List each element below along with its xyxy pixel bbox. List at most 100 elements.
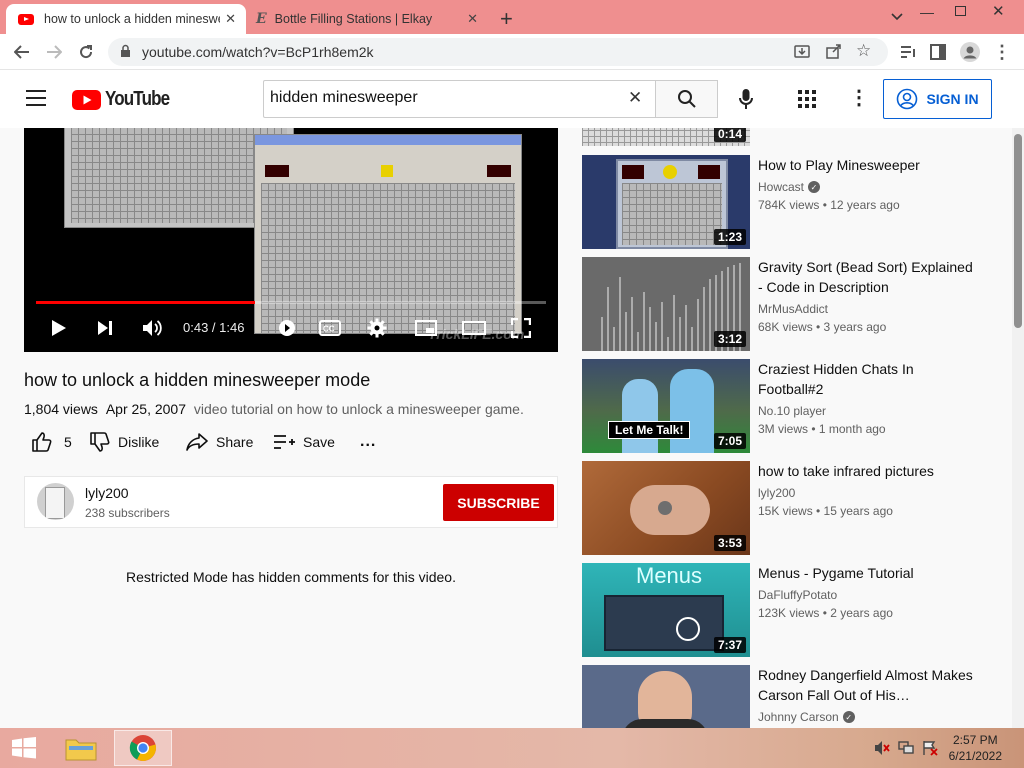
- volume-button[interactable]: [141, 316, 163, 340]
- sign-in-button[interactable]: SIGN IN: [883, 79, 992, 119]
- recommendation-title[interactable]: Menus - Pygame Tutorial: [758, 563, 978, 583]
- theater-mode-button[interactable]: [461, 316, 487, 340]
- search-input[interactable]: [270, 89, 620, 107]
- recommendation-thumbnail[interactable]: Menus 7:37: [582, 563, 750, 657]
- lock-icon[interactable]: [120, 44, 131, 63]
- recommendation-item[interactable]: 3:12 Gravity Sort (Bead Sort) Explained …: [582, 257, 1002, 353]
- side-panel-icon[interactable]: [926, 40, 950, 64]
- recommendation-title[interactable]: Gravity Sort (Bead Sort) Explained - Cod…: [758, 257, 978, 297]
- account-icon: [897, 88, 918, 110]
- tab-close-icon[interactable]: ✕: [467, 11, 478, 27]
- recommendation-channel[interactable]: DaFluffyPotato: [758, 588, 837, 602]
- page-scrollbar[interactable]: [1012, 128, 1024, 728]
- play-button[interactable]: [48, 316, 70, 340]
- reload-icon[interactable]: [74, 40, 98, 64]
- miniplayer-button[interactable]: [414, 316, 438, 340]
- address-bar[interactable]: youtube.com/watch?v=BcP1rh8em2k ☆: [108, 38, 888, 66]
- autoplay-toggle[interactable]: [276, 316, 298, 340]
- chrome-taskbar-button[interactable]: [114, 730, 172, 766]
- channel-avatar[interactable]: [37, 483, 74, 520]
- recommendation-channel[interactable]: MrMusAddict: [758, 302, 828, 316]
- recommendation-views: 123K views • 2 years ago: [758, 606, 893, 620]
- recommendation-thumbnail[interactable]: Let Me Talk! 7:05: [582, 359, 750, 453]
- dislike-button[interactable]: Dislike: [90, 432, 159, 452]
- tab-search-icon[interactable]: [890, 9, 904, 27]
- recommendation-channel[interactable]: Howcast ✓: [758, 180, 821, 194]
- tab-close-icon[interactable]: ✕: [225, 11, 236, 27]
- miniplayer-icon: [415, 320, 437, 336]
- recommendation-title[interactable]: Craziest Hidden Chats In Football#2: [758, 359, 978, 399]
- share-label: Share: [216, 434, 254, 450]
- channel-name[interactable]: lyly200: [85, 485, 129, 501]
- start-button[interactable]: [6, 730, 42, 766]
- youtube-logo-text: YouTube: [105, 88, 170, 110]
- recommendation-views: 68K views • 3 years ago: [758, 320, 887, 334]
- install-app-icon[interactable]: [794, 43, 810, 64]
- restore-icon[interactable]: [955, 6, 966, 16]
- thumbnail-object: [658, 501, 672, 515]
- search-box[interactable]: ✕: [263, 80, 656, 118]
- elkay-favicon-icon: E: [256, 11, 267, 27]
- recommendation-thumbnail[interactable]: 3:53: [582, 461, 750, 555]
- url-text: youtube.com/watch?v=BcP1rh8em2k: [142, 44, 374, 60]
- progress-bar[interactable]: [36, 301, 546, 304]
- more-actions-button[interactable]: ...: [360, 432, 376, 452]
- recommendation-channel[interactable]: lyly200: [758, 486, 795, 500]
- reading-list-icon[interactable]: [896, 40, 920, 64]
- next-button[interactable]: [94, 316, 116, 340]
- file-explorer-button[interactable]: [60, 730, 102, 766]
- recommendation-thumbnail[interactable]: [582, 665, 750, 728]
- window-close-icon[interactable]: ✕: [992, 2, 1005, 20]
- recommendation-item[interactable]: Menus 7:37 Menus - Pygame Tutorial DaFlu…: [582, 563, 1002, 659]
- save-button[interactable]: Save: [273, 432, 335, 452]
- voice-search-button[interactable]: [738, 88, 754, 115]
- recommendation-title[interactable]: Rodney Dangerfield Almost Makes Carson F…: [758, 665, 978, 705]
- recommendation-item[interactable]: 3:53 how to take infrared pictures lyly2…: [582, 461, 1002, 557]
- time-display: 0:43 / 1:46: [183, 320, 245, 335]
- bookmark-star-icon[interactable]: ☆: [856, 41, 871, 61]
- profile-icon[interactable]: [958, 40, 982, 64]
- forward-icon[interactable]: [42, 40, 66, 64]
- share-button[interactable]: Share: [186, 432, 253, 452]
- recommendation-item[interactable]: Rodney Dangerfield Almost Makes Carson F…: [582, 665, 1002, 728]
- action-center-icon[interactable]: [922, 740, 938, 761]
- chrome-menu-icon[interactable]: ⋮: [990, 40, 1014, 64]
- recommendation-item[interactable]: Let Me Talk! 7:05 Craziest Hidden Chats …: [582, 359, 1002, 455]
- settings-dots-icon[interactable]: ⋮: [849, 85, 869, 110]
- clear-search-icon[interactable]: ✕: [628, 88, 642, 108]
- recommendation-channel[interactable]: Johnny Carson ✓: [758, 710, 855, 724]
- captions-icon: CC: [319, 320, 341, 336]
- fullscreen-button[interactable]: [510, 316, 532, 340]
- captions-button[interactable]: CC: [318, 316, 342, 340]
- new-tab-button[interactable]: +: [500, 6, 513, 32]
- hamburger-menu-icon[interactable]: [26, 90, 46, 111]
- svg-text:CC: CC: [323, 325, 335, 334]
- like-count: 5: [64, 434, 72, 450]
- recommendation-channel[interactable]: No.10 player: [758, 404, 826, 418]
- apps-grid-icon[interactable]: [798, 90, 816, 113]
- recommendation-title[interactable]: How to Play Minesweeper: [758, 155, 978, 175]
- settings-button[interactable]: [366, 316, 388, 340]
- tab-elkay[interactable]: E Bottle Filling Stations | Elkay ✕: [248, 4, 488, 34]
- volume-muted-icon[interactable]: [874, 740, 890, 761]
- youtube-logo[interactable]: YouTube: [72, 88, 181, 111]
- back-icon[interactable]: [10, 40, 34, 64]
- subscribe-button[interactable]: SUBSCRIBE: [443, 484, 554, 521]
- video-player[interactable]: TrickLIFE.com 0:43 / 1:46 CC: [24, 128, 558, 352]
- recommendation-thumbnail[interactable]: 3:12: [582, 257, 750, 351]
- recommendation-title[interactable]: how to take infrared pictures: [758, 461, 978, 481]
- tab-youtube[interactable]: how to unlock a hidden minesweeper mode …: [6, 4, 246, 34]
- recommendation-item[interactable]: 1:23 How to Play Minesweeper Howcast ✓ 78…: [582, 155, 1002, 251]
- share-page-icon[interactable]: [826, 43, 842, 64]
- like-button[interactable]: 5: [32, 432, 72, 452]
- playlist-add-icon: [274, 435, 295, 449]
- minimize-icon[interactable]: —: [920, 4, 934, 20]
- duration-badge: 3:12: [713, 331, 746, 347]
- search-button[interactable]: [655, 80, 718, 118]
- clock-date: 6/21/2022: [948, 749, 1002, 763]
- scrollbar-thumb[interactable]: [1014, 134, 1022, 328]
- folder-icon: [65, 739, 97, 761]
- network-icon[interactable]: [898, 740, 914, 761]
- recommendation-thumbnail[interactable]: 1:23: [582, 155, 750, 249]
- system-clock[interactable]: 2:57 PM 6/21/2022: [949, 732, 1002, 764]
